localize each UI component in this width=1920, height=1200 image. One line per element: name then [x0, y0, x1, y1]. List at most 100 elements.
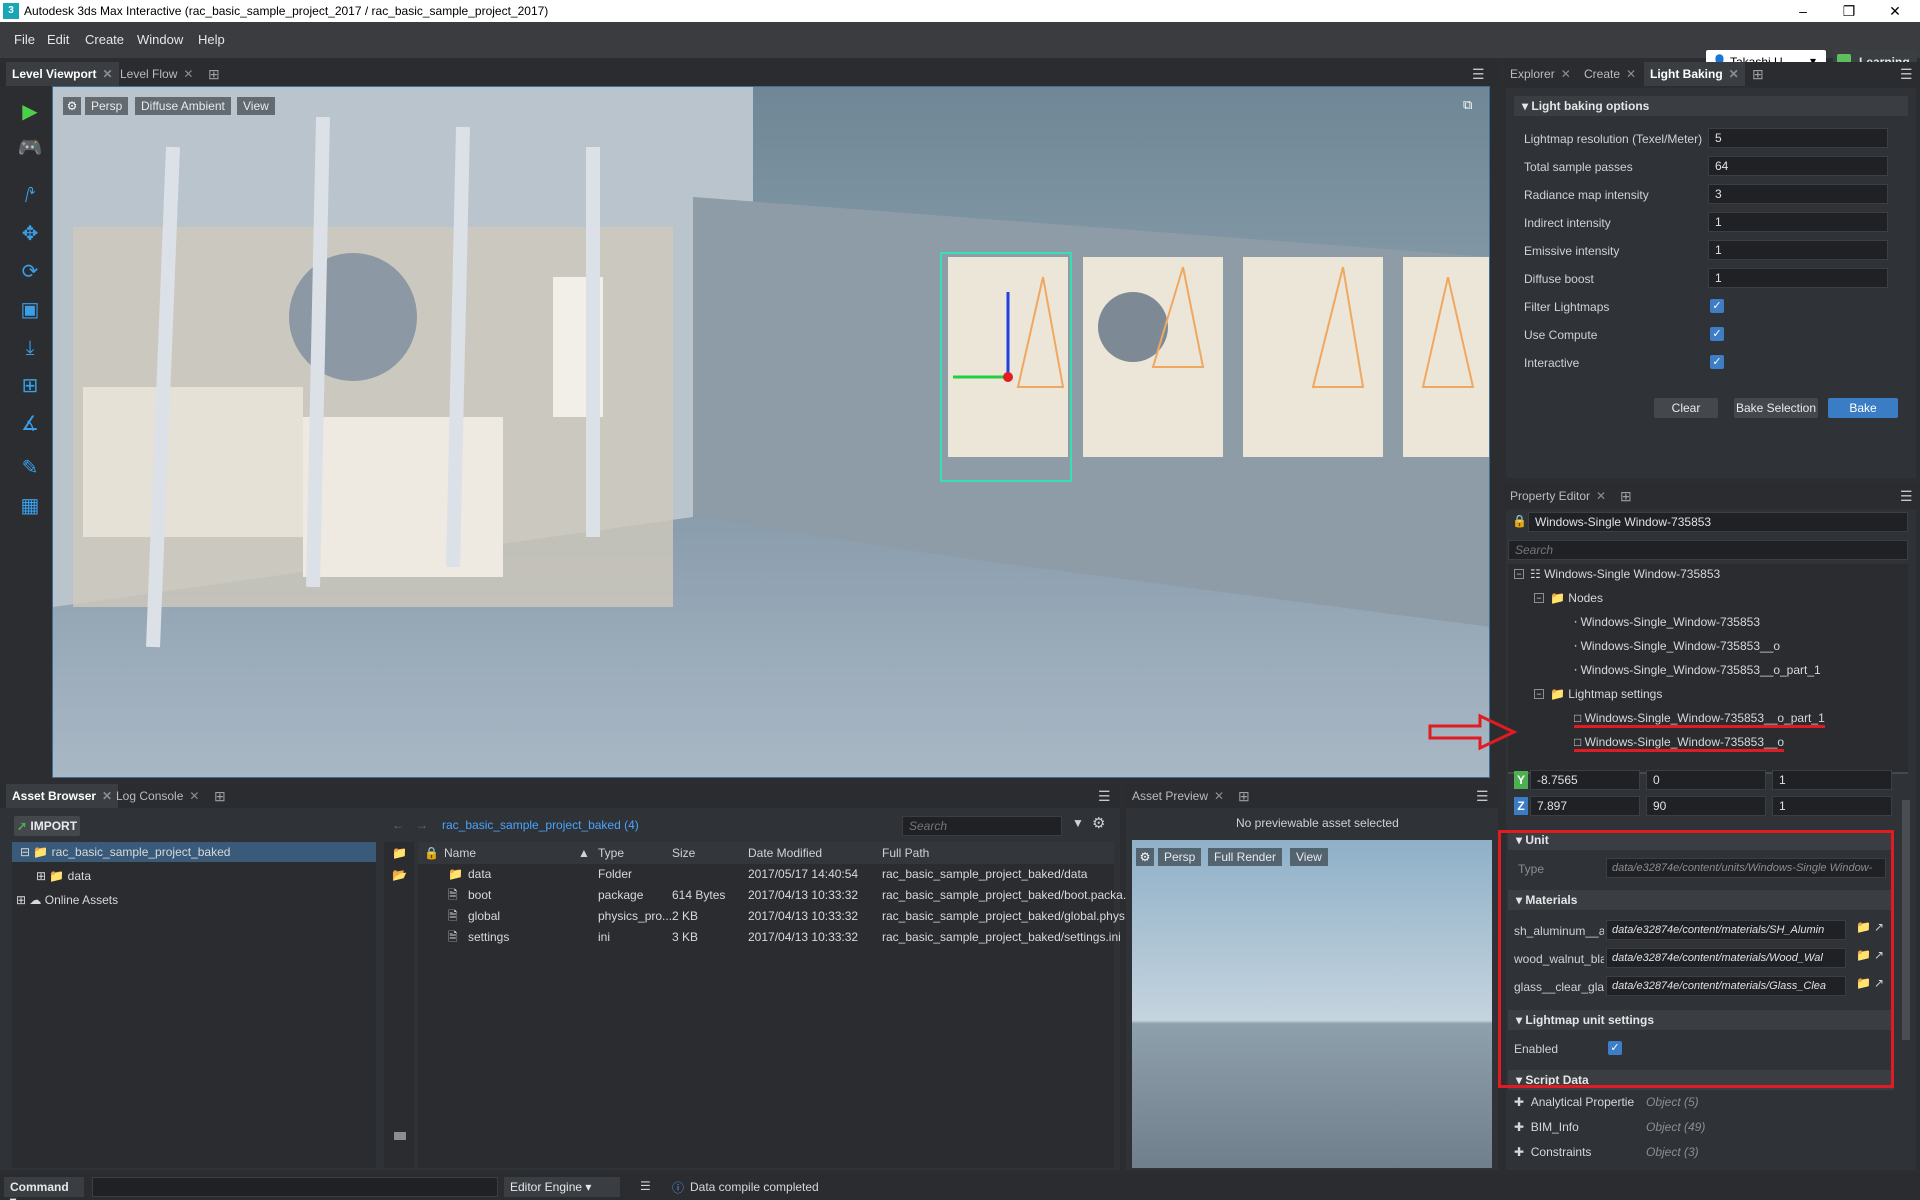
table-row[interactable]: 🗎 boot package 614 Bytes 2017/04/13 10:3…: [418, 885, 1133, 906]
scrollbar[interactable]: [1902, 800, 1910, 1040]
gamepad-icon[interactable]: 🎮: [12, 132, 48, 164]
snap-icon[interactable]: ⊞: [12, 370, 48, 402]
add-tab-icon[interactable]: ⊞: [1620, 488, 1632, 505]
persp-button[interactable]: Persp: [85, 97, 129, 115]
tab-create[interactable]: Create ✕: [1578, 62, 1642, 86]
engine-dropdown[interactable]: Editor Engine ▾: [504, 1177, 620, 1197]
lock-icon[interactable]: 🔒: [424, 846, 439, 860]
interactive-checkbox[interactable]: ✓: [1710, 355, 1724, 369]
panel-menu-icon[interactable]: ☰: [1476, 788, 1489, 805]
filter-icon[interactable]: ▼: [1072, 816, 1084, 830]
add-tab-icon[interactable]: ⊞: [1752, 66, 1764, 83]
back-arrow-icon[interactable]: ←: [392, 818, 404, 832]
indirect-intensity-input[interactable]: 1: [1708, 212, 1888, 232]
col-path[interactable]: Full Path: [882, 846, 929, 860]
minimize-button[interactable]: –: [1780, 0, 1826, 22]
asset-search-input[interactable]: [902, 816, 1062, 836]
render-mode-button[interactable]: Diffuse Ambient: [135, 97, 231, 115]
tab-property-editor[interactable]: Property Editor ✕: [1504, 484, 1612, 508]
view-button[interactable]: View: [237, 97, 275, 115]
lock-icon[interactable]: 🔒: [1512, 514, 1527, 528]
close-icon[interactable]: ✕: [1596, 489, 1606, 503]
restore-button[interactable]: ❐: [1826, 0, 1872, 22]
filter-lightmaps-checkbox[interactable]: ✓: [1710, 299, 1724, 313]
table-row[interactable]: 🗎 settings ini 3 KB 2017/04/13 10:33:32 …: [418, 927, 1121, 948]
preview-render-button[interactable]: Full Render: [1208, 848, 1283, 866]
tree-folder-lightmap[interactable]: 📁 Lightmap settings: [1550, 684, 1662, 704]
col-type[interactable]: Type: [598, 846, 624, 860]
preview-viewport[interactable]: ⚙ Persp Full Render View: [1132, 840, 1492, 1168]
add-tab-icon[interactable]: ⊞: [1238, 788, 1250, 805]
collapse-toggle[interactable]: −: [1534, 689, 1544, 699]
layers-icon[interactable]: ▦: [12, 490, 48, 522]
script-item[interactable]: ✚ Constraints: [1514, 1142, 1591, 1162]
script-item[interactable]: ✚ Analytical Propertie: [1514, 1092, 1634, 1112]
tree-node[interactable]: ⸱ Windows-Single_Window-735853: [1574, 612, 1760, 632]
gear-icon[interactable]: ⚙: [1092, 814, 1105, 832]
tree-node[interactable]: ⸱ Windows-Single_Window-735853__o_part_1: [1574, 660, 1821, 680]
search-input[interactable]: [1508, 540, 1908, 560]
play-icon[interactable]: ▶: [12, 96, 48, 128]
add-tab-icon[interactable]: ⊞: [208, 66, 220, 83]
transform-y-3[interactable]: 1: [1772, 770, 1892, 790]
panel-menu-icon[interactable]: ☰: [1472, 66, 1485, 83]
bake-button[interactable]: Bake: [1828, 398, 1898, 418]
close-icon[interactable]: ✕: [1561, 67, 1571, 81]
add-folder-icon[interactable]: 📂: [392, 868, 407, 882]
menu-window[interactable]: Window: [137, 32, 183, 47]
tree-root[interactable]: ☷ Windows-Single Window-735853: [1530, 564, 1720, 584]
measure-icon[interactable]: ∡: [12, 408, 48, 440]
tree-lightmap-item[interactable]: □ Windows-Single_Window-735853__o: [1574, 732, 1785, 752]
emissive-intensity-input[interactable]: 1: [1708, 240, 1888, 260]
diffuse-boost-input[interactable]: 1: [1708, 268, 1888, 288]
transform-y-2[interactable]: 0: [1646, 770, 1766, 790]
preview-view-button[interactable]: View: [1290, 848, 1328, 866]
scale-icon[interactable]: ▣: [12, 294, 48, 326]
tab-light-baking[interactable]: Light Baking ✕: [1644, 62, 1745, 86]
tab-log-console[interactable]: Log Console ✕: [110, 784, 205, 808]
gear-icon[interactable]: ⚙: [1136, 848, 1154, 866]
tab-level-flow[interactable]: Level Flow ✕: [114, 62, 199, 86]
import-button[interactable]: ➚ IMPORT: [14, 816, 80, 836]
menu-edit[interactable]: Edit: [47, 32, 69, 47]
list-icon[interactable]: ☰: [640, 1179, 651, 1193]
tree-data[interactable]: ⊞ 📁 data: [36, 866, 91, 886]
close-button[interactable]: ✕: [1872, 0, 1918, 22]
select-icon[interactable]: ⭚: [12, 180, 48, 212]
col-date[interactable]: Date Modified: [748, 846, 822, 860]
tab-explorer[interactable]: Explorer ✕: [1504, 62, 1577, 86]
level-viewport[interactable]: ⚙ Persp Diffuse Ambient View ⧉: [52, 86, 1490, 778]
col-name[interactable]: Name: [444, 846, 476, 860]
brush-icon[interactable]: ✎: [12, 452, 48, 484]
col-size[interactable]: Size: [672, 846, 695, 860]
tree-node[interactable]: ⸱ Windows-Single_Window-735853__o: [1574, 636, 1780, 656]
collapse-toggle[interactable]: −: [1514, 569, 1524, 579]
sample-passes-input[interactable]: 64: [1708, 156, 1888, 176]
object-name-field[interactable]: Windows-Single Window-735853: [1528, 512, 1908, 532]
tab-level-viewport[interactable]: Level Viewport ✕: [6, 62, 119, 86]
panel-menu-icon[interactable]: ☰: [1900, 488, 1913, 505]
lightmap-resolution-input[interactable]: 5: [1708, 128, 1888, 148]
folder-icon[interactable]: 📁: [392, 846, 407, 860]
tree-online-assets[interactable]: ⊞ ☁ Online Assets: [16, 890, 118, 910]
transform-z-1[interactable]: 7.897: [1530, 796, 1640, 816]
panel-menu-icon[interactable]: ☰: [1098, 788, 1111, 805]
place-icon[interactable]: ⤓: [12, 332, 48, 364]
breadcrumb[interactable]: rac_basic_sample_project_baked (4): [442, 818, 639, 832]
maximize-icon[interactable]: ⧉: [1463, 97, 1472, 113]
transform-z-2[interactable]: 90: [1646, 796, 1766, 816]
radiance-intensity-input[interactable]: 3: [1708, 184, 1888, 204]
clear-button[interactable]: Clear: [1654, 398, 1718, 418]
forward-arrow-icon[interactable]: →: [416, 818, 428, 832]
rotate-icon[interactable]: ⟳: [12, 256, 48, 288]
add-tab-icon[interactable]: ⊞: [214, 788, 226, 805]
tree-folder-nodes[interactable]: 📁 Nodes: [1550, 588, 1603, 608]
close-icon[interactable]: ✕: [1626, 67, 1636, 81]
tree-lightmap-item[interactable]: □ Windows-Single_Window-735853__o_part_1: [1574, 708, 1825, 728]
bake-selection-button[interactable]: Bake Selection: [1734, 398, 1818, 418]
move-icon[interactable]: ✥: [12, 218, 48, 250]
menu-file[interactable]: File: [14, 32, 35, 47]
use-compute-checkbox[interactable]: ✓: [1710, 327, 1724, 341]
menu-help[interactable]: Help: [198, 32, 225, 47]
tree-project[interactable]: ⊟ 📁 rac_basic_sample_project_baked: [12, 842, 376, 862]
